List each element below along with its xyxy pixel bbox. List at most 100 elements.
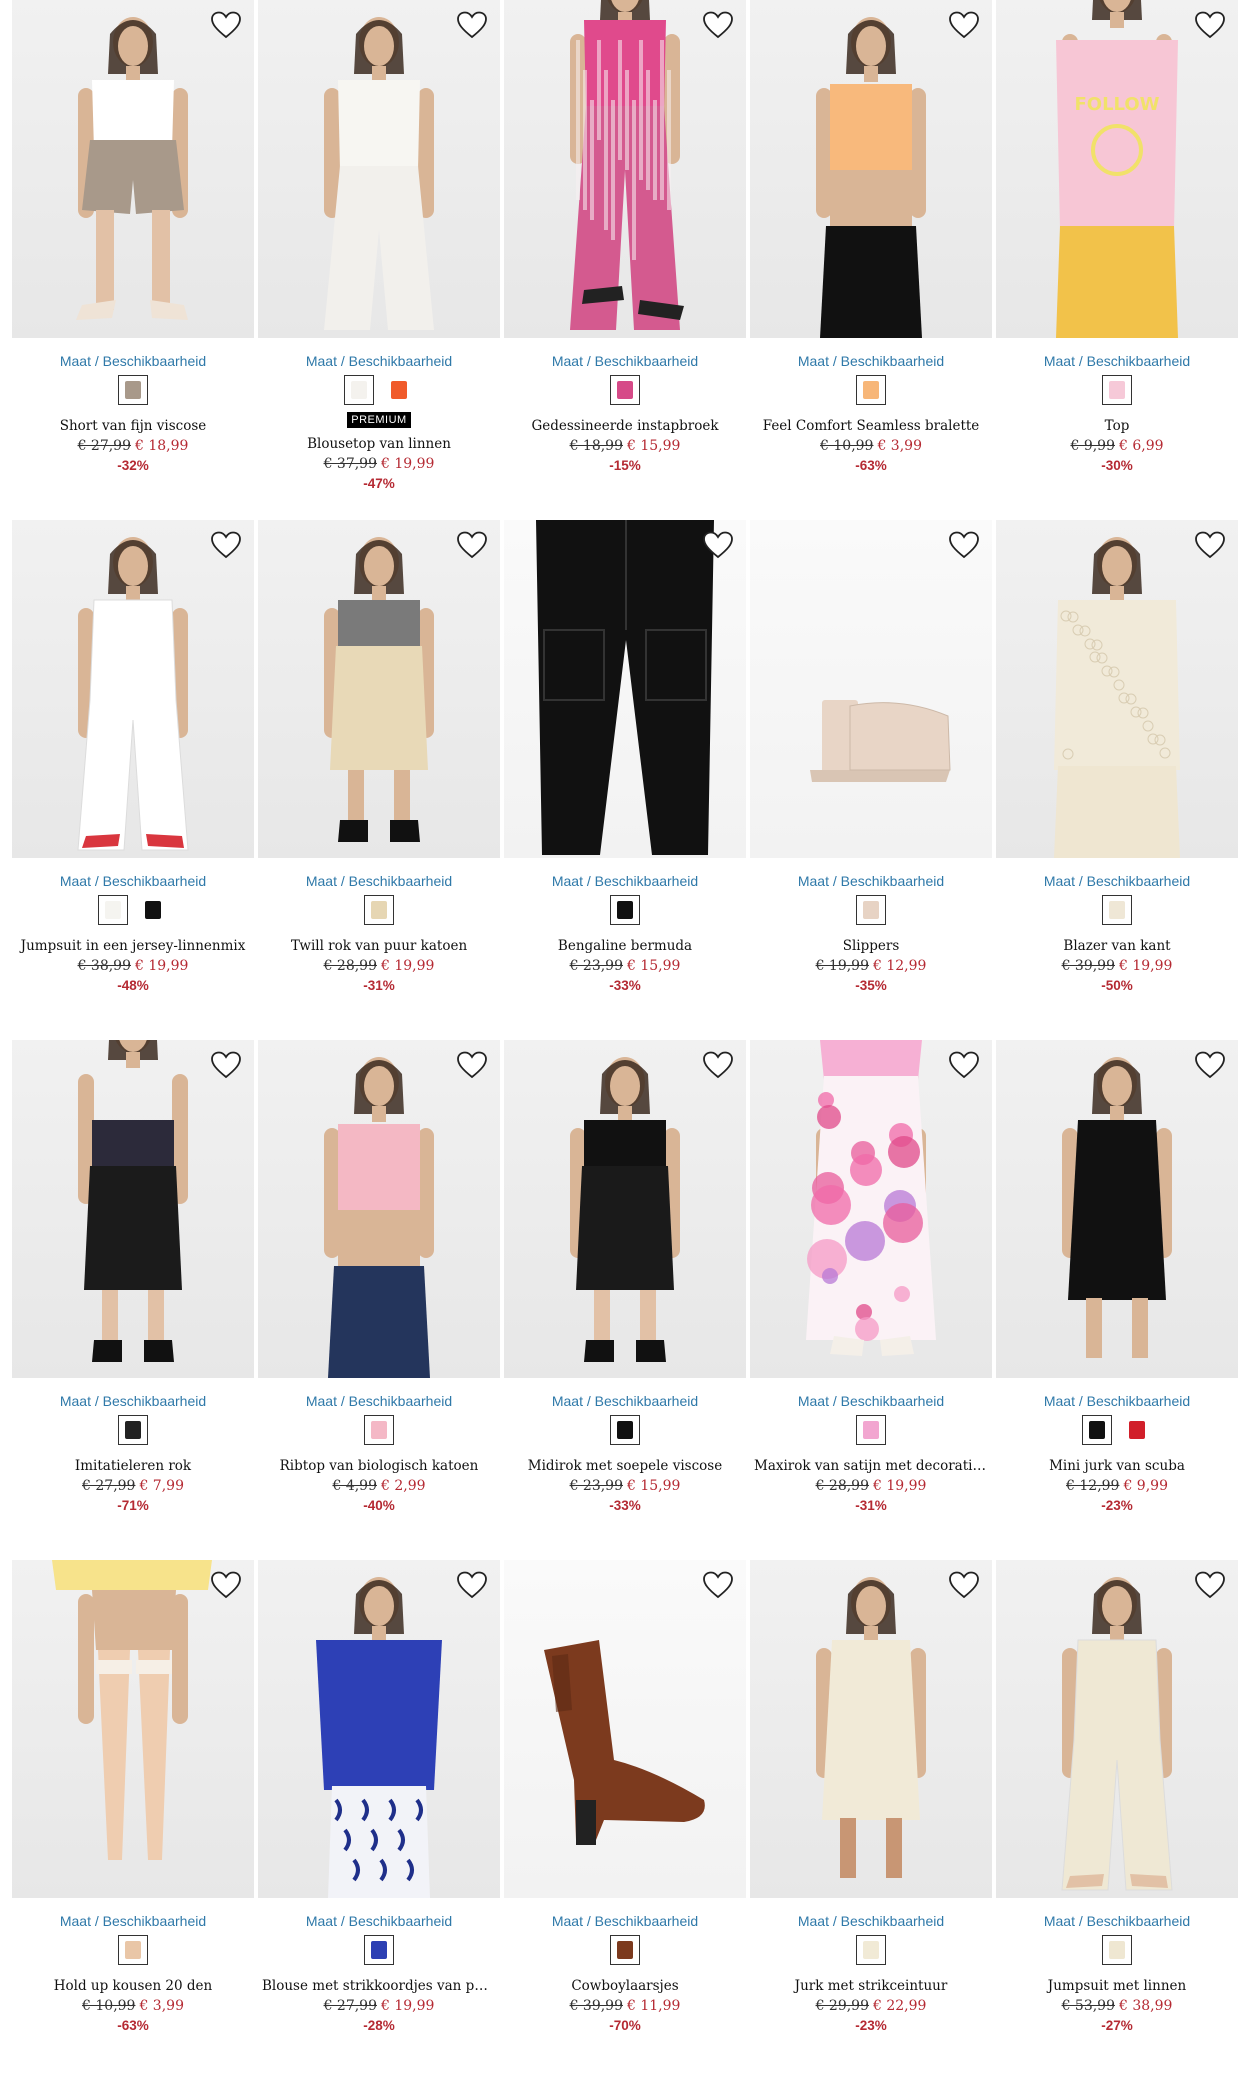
heart-icon[interactable] [702, 11, 734, 39]
color-swatch[interactable] [856, 895, 886, 925]
heart-icon[interactable] [702, 531, 734, 559]
product-image[interactable]: FOLLOW [996, 0, 1238, 338]
color-swatch[interactable] [364, 895, 394, 925]
heart-icon[interactable] [210, 1051, 242, 1079]
color-swatch[interactable] [344, 375, 374, 405]
product-title[interactable]: Blazer van kant [996, 936, 1238, 956]
product-card[interactable]: Maat / Beschikbaarheid Jurk met strikcei… [750, 1560, 992, 2080]
product-image[interactable] [12, 520, 254, 858]
color-swatch[interactable] [856, 1415, 886, 1445]
product-card[interactable]: Maat / Beschikbaarheid Jumpsuit in een j… [12, 520, 254, 1040]
product-card[interactable]: Maat / Beschikbaarheid Midirok met soepe… [504, 1040, 746, 1560]
product-title[interactable]: Twill rok van puur katoen [258, 936, 500, 956]
product-title[interactable]: Imitatieleren rok [12, 1456, 254, 1476]
product-title[interactable]: Midirok met soepele viscose [504, 1456, 746, 1476]
heart-icon[interactable] [1194, 531, 1226, 559]
product-image[interactable] [12, 1040, 254, 1378]
product-card[interactable]: Maat / Beschikbaarheid Mini jurk van scu… [996, 1040, 1238, 1560]
size-availability-link[interactable]: Maat / Beschikbaarheid [12, 872, 254, 890]
color-swatch[interactable] [138, 895, 168, 925]
size-availability-link[interactable]: Maat / Beschikbaarheid [12, 352, 254, 370]
heart-icon[interactable] [702, 1051, 734, 1079]
color-swatch[interactable] [610, 895, 640, 925]
size-availability-link[interactable]: Maat / Beschikbaarheid [504, 1912, 746, 1930]
product-image[interactable] [12, 1560, 254, 1898]
product-card[interactable]: Maat / Beschikbaarheid Gedessineerde ins… [504, 0, 746, 520]
product-card[interactable]: Maat / Beschikbaarheid Feel Comfort Seam… [750, 0, 992, 520]
size-availability-link[interactable]: Maat / Beschikbaarheid [750, 1392, 992, 1410]
product-image[interactable] [750, 1560, 992, 1898]
product-image[interactable] [750, 1040, 992, 1378]
size-availability-link[interactable]: Maat / Beschikbaarheid [258, 1392, 500, 1410]
product-image[interactable] [258, 1560, 500, 1898]
color-swatch[interactable] [384, 375, 414, 405]
size-availability-link[interactable]: Maat / Beschikbaarheid [258, 872, 500, 890]
product-title[interactable]: Jurk met strikceintuur [750, 1976, 992, 1996]
size-availability-link[interactable]: Maat / Beschikbaarheid [504, 872, 746, 890]
product-image[interactable] [750, 520, 992, 858]
product-card[interactable]: FOLLOW Maat / Beschikbaarheid Top € 9,99… [996, 0, 1238, 520]
product-image[interactable] [750, 0, 992, 338]
color-swatch[interactable] [610, 375, 640, 405]
product-card[interactable]: Maat / Beschikbaarheid Maxirok van satij… [750, 1040, 992, 1560]
product-title[interactable]: Blouse met strikkoordjes van puur … [258, 1976, 500, 1996]
heart-icon[interactable] [948, 531, 980, 559]
color-swatch[interactable] [1102, 1935, 1132, 1965]
product-title[interactable]: Mini jurk van scuba [996, 1456, 1238, 1476]
color-swatch[interactable] [856, 1935, 886, 1965]
color-swatch[interactable] [118, 1415, 148, 1445]
color-swatch[interactable] [856, 375, 886, 405]
size-availability-link[interactable]: Maat / Beschikbaarheid [996, 1392, 1238, 1410]
product-image[interactable] [504, 1040, 746, 1378]
size-availability-link[interactable]: Maat / Beschikbaarheid [996, 352, 1238, 370]
product-image[interactable] [504, 1560, 746, 1898]
product-card[interactable]: Maat / Beschikbaarheid PREMIUM Blousetop… [258, 0, 500, 520]
color-swatch[interactable] [1122, 1415, 1152, 1445]
heart-icon[interactable] [1194, 1571, 1226, 1599]
size-availability-link[interactable]: Maat / Beschikbaarheid [750, 1912, 992, 1930]
size-availability-link[interactable]: Maat / Beschikbaarheid [258, 1912, 500, 1930]
product-title[interactable]: Top [996, 416, 1238, 436]
product-card[interactable]: Maat / Beschikbaarheid Blazer van kant €… [996, 520, 1238, 1040]
product-card[interactable]: Maat / Beschikbaarheid Short van fijn vi… [12, 0, 254, 520]
size-availability-link[interactable]: Maat / Beschikbaarheid [504, 1392, 746, 1410]
size-availability-link[interactable]: Maat / Beschikbaarheid [12, 1392, 254, 1410]
color-swatch[interactable] [118, 375, 148, 405]
heart-icon[interactable] [948, 1571, 980, 1599]
product-title[interactable]: Bengaline bermuda [504, 936, 746, 956]
size-availability-link[interactable]: Maat / Beschikbaarheid [504, 352, 746, 370]
color-swatch[interactable] [98, 895, 128, 925]
product-image[interactable] [996, 520, 1238, 858]
color-swatch[interactable] [1082, 1415, 1112, 1445]
product-image[interactable] [996, 1040, 1238, 1378]
product-card[interactable]: Maat / Beschikbaarheid Blouse met strikk… [258, 1560, 500, 2080]
product-image[interactable] [258, 0, 500, 338]
product-card[interactable]: Maat / Beschikbaarheid Ribtop van biolog… [258, 1040, 500, 1560]
product-title[interactable]: Hold up kousen 20 den [12, 1976, 254, 1996]
size-availability-link[interactable]: Maat / Beschikbaarheid [996, 1912, 1238, 1930]
color-swatch[interactable] [1102, 375, 1132, 405]
heart-icon[interactable] [948, 1051, 980, 1079]
product-card[interactable]: Maat / Beschikbaarheid Twill rok van puu… [258, 520, 500, 1040]
heart-icon[interactable] [210, 11, 242, 39]
product-image[interactable] [504, 0, 746, 338]
heart-icon[interactable] [210, 1571, 242, 1599]
size-availability-link[interactable]: Maat / Beschikbaarheid [996, 872, 1238, 890]
product-image[interactable] [258, 1040, 500, 1378]
product-title[interactable]: Cowboylaarsjes [504, 1976, 746, 1996]
product-card[interactable]: Maat / Beschikbaarheid Slippers € 19,99 €… [750, 520, 992, 1040]
product-card[interactable]: Maat / Beschikbaarheid Imitatieleren rok… [12, 1040, 254, 1560]
product-image[interactable] [12, 0, 254, 338]
size-availability-link[interactable]: Maat / Beschikbaarheid [750, 352, 992, 370]
product-title[interactable]: Blousetop van linnen [258, 434, 500, 454]
product-image[interactable] [504, 520, 746, 858]
heart-icon[interactable] [1194, 1051, 1226, 1079]
color-swatch[interactable] [364, 1415, 394, 1445]
product-title[interactable]: Feel Comfort Seamless bralette [750, 416, 992, 436]
product-card[interactable]: Maat / Beschikbaarheid Hold up kousen 20… [12, 1560, 254, 2080]
heart-icon[interactable] [456, 1051, 488, 1079]
product-title[interactable]: Gedessineerde instapbroek [504, 416, 746, 436]
color-swatch[interactable] [364, 1935, 394, 1965]
heart-icon[interactable] [1194, 11, 1226, 39]
heart-icon[interactable] [456, 531, 488, 559]
